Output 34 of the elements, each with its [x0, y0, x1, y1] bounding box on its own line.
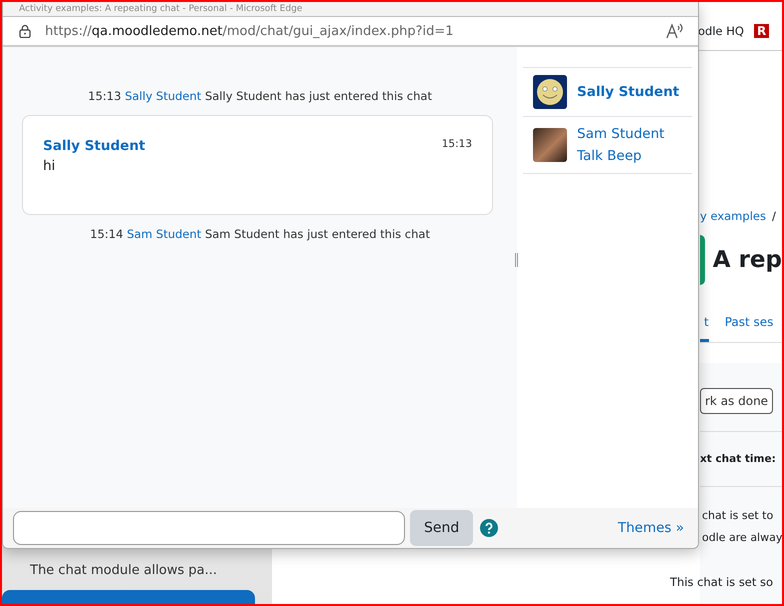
smiley-avatar-icon	[533, 75, 567, 109]
page-heading: A rep	[712, 247, 782, 273]
chat-event: 15:13 Sally Student Sally Student has just entered this chat	[88, 89, 432, 103]
next-chat-label: xt chat time:	[700, 453, 776, 465]
breadcrumb-link[interactable]: y examples	[700, 209, 766, 223]
page-tab[interactable]: Past ses	[724, 309, 774, 342]
paragraph-line: chat is set to	[702, 508, 774, 524]
lock-icon[interactable]	[19, 24, 31, 38]
photo-placeholder	[533, 128, 567, 162]
message-time: 15:13	[442, 138, 472, 152]
chat-note: This chat is set so	[670, 575, 774, 589]
message-input-field[interactable]	[13, 511, 405, 545]
help-icon[interactable]	[480, 519, 498, 537]
user-name-link[interactable]: Sam Student	[577, 123, 664, 145]
read-aloud-icon[interactable]	[666, 23, 684, 39]
message-text: hi	[43, 158, 56, 174]
paragraph-line: odle are alway	[702, 530, 782, 546]
sidebar-text: The chat module allows pa...	[29, 563, 218, 580]
breadcrumb-separator: /	[772, 209, 776, 223]
activity-icon	[700, 235, 705, 285]
logo[interactable]: R	[754, 24, 770, 38]
chat-event: 15:14 Sam Student Sam Student has just entered this chat	[90, 227, 430, 241]
mark-done-button[interactable]: rk as done	[700, 388, 774, 414]
user-list-item[interactable]: Sam Student Talk Beep	[523, 116, 692, 174]
user-list-item[interactable]: Sally Student	[523, 67, 692, 116]
window-title: Activity examples: A repeating chat - Personal - Microsoft Edge	[19, 4, 302, 14]
talk-beep-link[interactable]: Talk Beep	[577, 145, 664, 167]
resize-handle[interactable]	[515, 253, 518, 267]
send-button[interactable]: Send	[410, 510, 474, 546]
site-name[interactable]: odle HQ	[698, 24, 744, 38]
message-author[interactable]: Sally Student	[43, 138, 146, 154]
themes-link[interactable]: Themes »	[618, 520, 684, 536]
url-text[interactable]: https://qa.moodledemo.net/mod/chat/gui_ajax/index.php?id=1	[45, 24, 652, 38]
user-name-link[interactable]: Sally Student	[577, 81, 680, 103]
